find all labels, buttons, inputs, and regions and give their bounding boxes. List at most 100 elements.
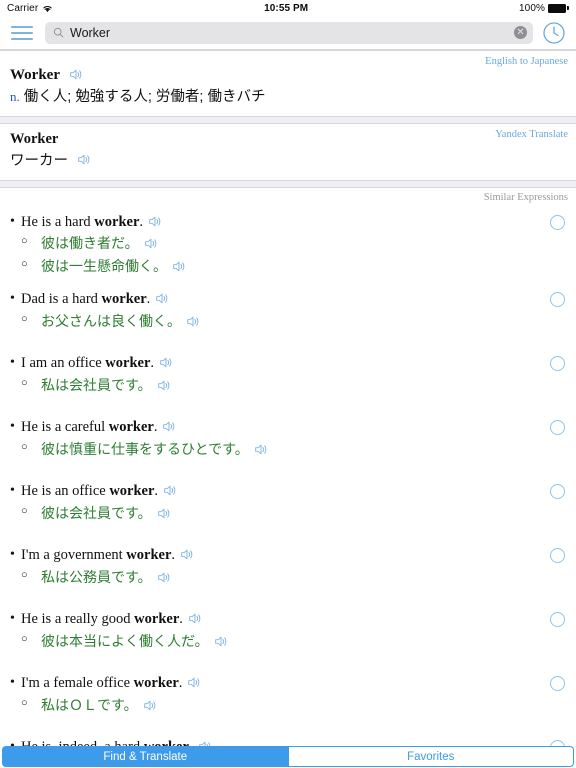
sub-bullet-icon: ○ (21, 568, 28, 581)
speaker-icon[interactable] (186, 315, 201, 328)
translation-headword: Worker (10, 130, 59, 147)
bullet-icon: • (10, 419, 15, 434)
bullet-icon: • (10, 611, 15, 626)
expression-row[interactable]: • I'm a female office worker. ○ 私はＯＬです。 (0, 668, 576, 732)
speaker-icon[interactable] (157, 571, 172, 584)
expression-translation-text: 彼は本当によく働く人だ。 (41, 632, 209, 649)
speaker-icon[interactable] (163, 484, 178, 497)
bullet-icon: • (10, 738, 15, 746)
expression-english: • He is a hard worker. (8, 213, 536, 232)
expression-row[interactable]: • I'm a government worker. ○ 私は公務員です。 (0, 540, 576, 604)
speaker-icon[interactable] (157, 379, 172, 392)
part-of-speech-label: n. (10, 89, 20, 104)
expression-translation-text: 私は会社員です。 (41, 376, 152, 393)
speaker-icon[interactable] (172, 260, 187, 273)
carrier-label: Carrier (7, 2, 39, 14)
speaker-icon[interactable] (180, 548, 195, 561)
tab-favorites[interactable]: Favorites (287, 746, 574, 767)
expression-translation: ○ 彼は働き者だ。 (8, 233, 536, 253)
expression-translation: ○ 彼は慎重に仕事をするひとです。 (8, 439, 536, 459)
expression-english-text: He is an office worker. (21, 483, 159, 499)
results-scroll-area[interactable]: English to Japanese Worker n. 働く人; 勉強する人… (0, 50, 576, 746)
status-bar: Carrier 10:55 PM 100% (0, 0, 576, 16)
favorite-circle-icon[interactable] (550, 356, 565, 371)
sub-bullet-icon: ○ (21, 376, 28, 389)
expression-english: • He is a careful worker. (8, 418, 536, 437)
dictionary-definition-line: n. 働く人; 勉強する人; 労働者; 働きバチ (10, 88, 566, 108)
sub-bullet-icon: ○ (21, 235, 28, 248)
expression-translation: ○ 私はＯＬです。 (8, 695, 536, 715)
dictionary-source-label[interactable]: English to Japanese (485, 56, 568, 67)
favorite-circle-icon[interactable] (550, 484, 565, 499)
favorite-circle-icon[interactable] (550, 420, 565, 435)
expression-row[interactable]: • He is a really good worker. ○ 彼は本当によく働く人だ… (0, 604, 576, 668)
speaker-icon[interactable] (159, 356, 174, 369)
speaker-icon[interactable] (69, 68, 84, 81)
dictionary-headword: Worker (10, 67, 60, 84)
speaker-icon[interactable] (188, 612, 203, 625)
expression-translation: ○ 彼は本当によく働く人だ。 (8, 631, 536, 651)
speaker-icon[interactable] (148, 215, 163, 228)
expression-english: • He is an office worker. (8, 482, 536, 501)
expression-row[interactable]: • He is an office worker. ○ 彼は会社員です。 (0, 476, 576, 540)
expression-row[interactable]: • He is a hard worker. ○ 彼は働き者だ。 ○ 彼は一生懸命働く。 (0, 207, 576, 284)
speaker-icon[interactable] (77, 153, 92, 166)
expression-translation: ○ 彼は一生懸命働く。 (8, 256, 536, 276)
translation-reading: ワーカー (10, 152, 68, 169)
sub-bullet-icon: ○ (21, 440, 28, 453)
expression-row[interactable]: • Dad is a hard worker. ○ お父さんは良く働く。 (0, 284, 576, 348)
expression-translation-text: 彼は働き者だ。 (41, 235, 139, 252)
favorite-circle-icon[interactable] (550, 612, 565, 627)
status-bar-right: 100% (519, 3, 569, 14)
expression-english-text: I am an office worker. (21, 355, 154, 371)
expression-row[interactable]: • I am an office worker. ○ 私は会社員です。 (0, 348, 576, 412)
tab-find-and-translate[interactable]: Find & Translate (2, 746, 288, 767)
translation-card: Yandex Translate Worker ワーカー (0, 122, 576, 181)
sub-bullet-icon: ○ (21, 504, 28, 517)
expression-translation-text: お父さんは良く働く。 (41, 312, 181, 329)
speaker-icon[interactable] (144, 237, 159, 250)
favorite-circle-icon[interactable] (550, 292, 565, 307)
sub-bullet-icon: ○ (21, 257, 28, 270)
expression-english: • I'm a female office worker. (8, 674, 536, 693)
hamburger-menu-icon[interactable] (8, 22, 36, 44)
expression-row[interactable]: • He is, indeed, a hard worker. (0, 732, 576, 746)
speaker-icon[interactable] (187, 676, 202, 689)
expression-english: • He is, indeed, a hard worker. (8, 738, 536, 746)
favorite-circle-icon[interactable] (550, 676, 565, 691)
expression-english: • Dad is a hard worker. (8, 290, 536, 309)
expression-english-text: He is a really good worker. (21, 611, 183, 627)
expression-translation-text: 彼は会社員です。 (41, 504, 152, 521)
speaker-icon[interactable] (254, 443, 269, 456)
expression-english: • I'm a government worker. (8, 546, 536, 565)
speaker-icon[interactable] (155, 292, 170, 305)
expression-translation: ○ お父さんは良く働く。 (8, 311, 536, 331)
speaker-icon[interactable] (162, 420, 177, 433)
expression-row[interactable]: • He is a careful worker. ○ 彼は慎重に仕事をするひとです。 (0, 412, 576, 476)
expression-translation-text: 私は公務員です。 (41, 568, 152, 585)
expression-english-text: He is a careful worker. (21, 419, 158, 435)
expression-english-text: He is a hard worker. (21, 213, 143, 230)
speaker-icon[interactable] (157, 507, 172, 520)
similar-expressions-label: Similar Expressions (483, 191, 568, 203)
search-input[interactable]: Worker ✕ (45, 21, 533, 44)
expression-translation: ○ 私は会社員です。 (8, 375, 536, 395)
speaker-icon[interactable] (143, 699, 158, 712)
dictionary-entry-card: English to Japanese Worker n. 働く人; 勉強する人… (0, 50, 576, 117)
translation-source-label[interactable]: Yandex Translate (495, 129, 568, 140)
bullet-icon: • (10, 355, 15, 370)
battery-percent-label: 100% (519, 2, 545, 14)
speaker-icon[interactable] (214, 635, 229, 648)
clear-search-icon[interactable]: ✕ (514, 26, 527, 39)
bottom-tab-bar: Find & Translate Favorites (0, 746, 576, 768)
dictionary-definition: 働く人; 勉強する人; 労働者; 働きバチ (23, 89, 266, 105)
bullet-icon: • (10, 483, 15, 498)
favorite-circle-icon[interactable] (550, 214, 565, 230)
favorite-circle-icon[interactable] (550, 548, 565, 563)
expression-translation: ○ 私は公務員です。 (8, 567, 536, 587)
search-icon (53, 27, 64, 38)
battery-full-icon (548, 3, 569, 13)
clock-history-icon[interactable] (542, 21, 566, 45)
similar-expressions-card: Similar Expressions • He is a hard worker… (0, 186, 576, 746)
expression-english-text: I'm a female office worker. (21, 675, 183, 691)
